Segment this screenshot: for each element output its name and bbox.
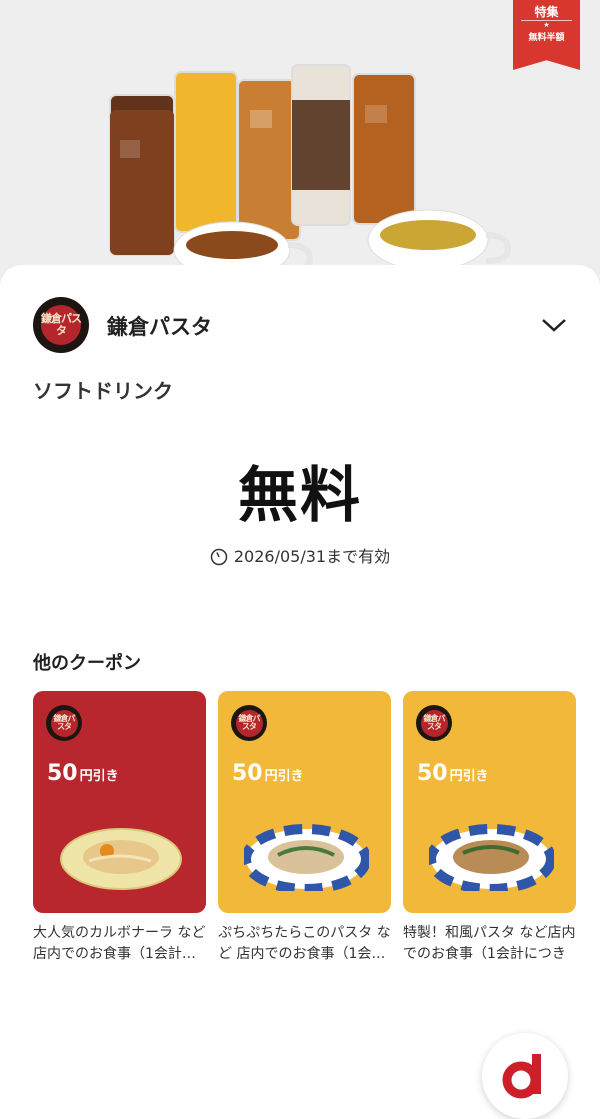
coupon-sheet: 鎌倉パスタ 鎌倉パスタ ソフトドリンク 無料 2026/05/31まで有効 他の… <box>0 265 600 1100</box>
card-amount-value: 50 <box>417 761 448 786</box>
brand-header[interactable]: 鎌倉パスタ 鎌倉パスタ <box>33 297 573 353</box>
card-amount: 50 円引き <box>232 761 304 786</box>
pasta-dish-image <box>244 824 369 891</box>
coupon-validity: 2026/05/31まで有効 <box>0 543 600 567</box>
drinks-photo <box>109 64 512 279</box>
card-description: 特製！和風パスタ など店内でのお食事（1会計につき <box>403 925 576 962</box>
validity-text: 2026/05/31まで有効 <box>233 547 391 566</box>
card-amount: 50 円引き <box>47 761 119 786</box>
card-description: ぷちぷちたらこのパスタ など 店内でのお食事（1会計につき <box>218 925 391 962</box>
card-brand-logo-mark: 鎌倉パスタ <box>235 709 263 737</box>
coupon-card-image[interactable]: 鎌倉パスタ 50 円引き <box>403 691 576 913</box>
hero-image: 特集 ★ 無料半額 <box>0 0 600 300</box>
coupon-discount: 無料 <box>238 461 362 531</box>
coupon-card[interactable]: 鎌倉パスタ 50円引き ぷちぷちたらこのパスタ など 店内でのお食事（1会計につ… <box>218 691 391 965</box>
card-amount-value: 50 <box>47 761 78 786</box>
chevron-down-icon[interactable] <box>541 315 567 335</box>
feature-ribbon[interactable]: 特集 ★ 無料半額 <box>513 0 580 70</box>
pasta-dish-image <box>60 828 182 890</box>
card-brand-logo-mark: 鎌倉パスタ <box>50 709 78 737</box>
card-amount: 50 円引き <box>417 761 489 786</box>
d-logo-button[interactable] <box>482 1033 568 1119</box>
coupon-card[interactable]: 鎌倉パスタ 50円引き 大人気のカルボナーラ など店内でのお食事（1会計につき <box>33 691 206 965</box>
pasta-dish-image <box>429 824 554 891</box>
coupon-item-name: ソフトドリンク <box>33 379 173 403</box>
other-coupons-title: 他のクーポン <box>33 653 141 674</box>
brand-logo: 鎌倉パスタ <box>33 297 89 353</box>
coupon-card-image[interactable]: 鎌倉パスタ 50 円引き <box>33 691 206 913</box>
clock-icon <box>210 548 228 566</box>
card-amount-unit: 円引き <box>449 769 489 784</box>
card-brand-logo-mark: 鎌倉パスタ <box>420 709 448 737</box>
d-logo-icon <box>502 1054 541 1099</box>
card-amount-unit: 円引き <box>79 769 119 784</box>
coupon-card-image[interactable]: 鎌倉パスタ 50 円引き <box>218 691 391 913</box>
other-coupons-list: 鎌倉パスタ 50円引き 大人気のカルボナーラ など店内でのお食事（1会計につき … <box>33 691 600 981</box>
ribbon-star-icon: ★ <box>521 20 572 29</box>
card-amount-value: 50 <box>232 761 263 786</box>
brand-name: 鎌倉パスタ <box>107 315 212 339</box>
coupon-card[interactable]: 鎌倉パスタ 50 円引き 特製！和風パスタ など店内でのお食事（1会計につき <box>403 691 576 965</box>
brand-logo-mark: 鎌倉パスタ <box>41 305 82 345</box>
card-brand-logo: 鎌倉パスタ <box>231 705 267 741</box>
card-description: 大人気のカルボナーラ など店内でのお食事（1会計につき <box>33 925 206 962</box>
ribbon-subtitle: 無料半額 <box>528 33 565 43</box>
card-brand-logo: 鎌倉パスタ <box>416 705 452 741</box>
card-brand-logo: 鎌倉パスタ <box>46 705 82 741</box>
card-amount-unit: 円引き <box>264 769 304 784</box>
ribbon-title: 特集 <box>534 5 559 19</box>
